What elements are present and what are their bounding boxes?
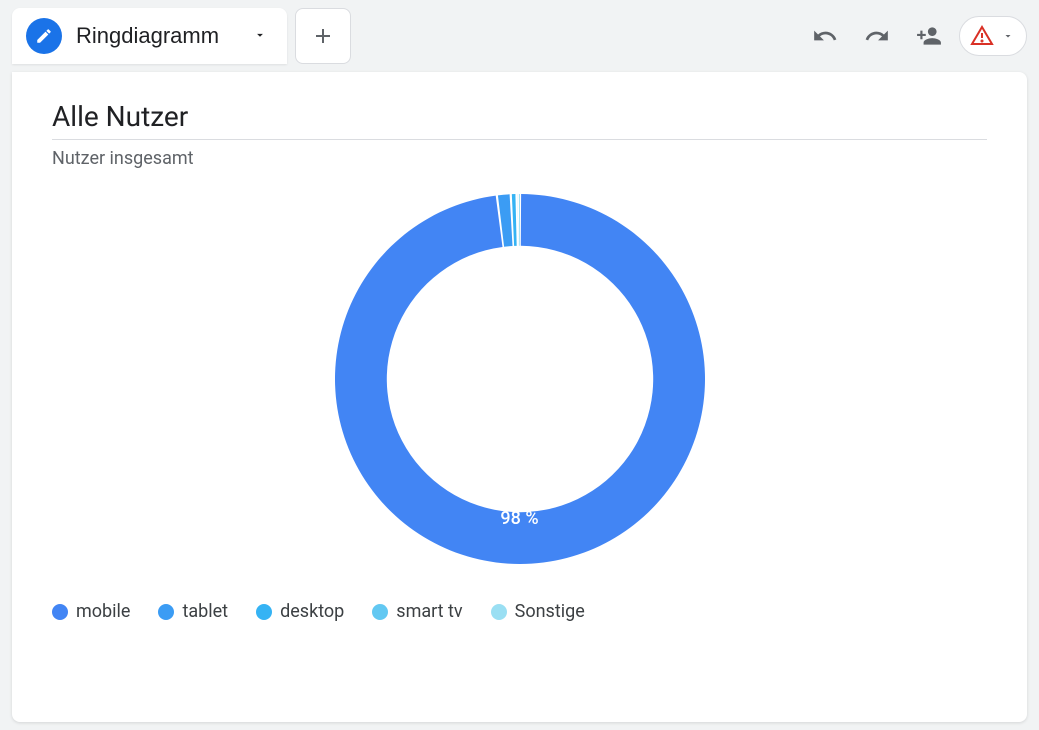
card-subtitle: Nutzer insgesamt xyxy=(52,148,987,169)
legend-label: Sonstige xyxy=(515,601,585,622)
tab-label: Ringdiagramm xyxy=(76,23,219,49)
toolbar: Ringdiagramm xyxy=(0,0,1039,72)
legend-item[interactable]: Sonstige xyxy=(491,601,585,622)
legend: mobile tablet desktop smart tv Sonstige xyxy=(52,601,987,622)
share-button[interactable] xyxy=(907,14,951,58)
donut-chart[interactable]: 98 % xyxy=(330,189,710,569)
legend-label: mobile xyxy=(76,601,130,622)
redo-button[interactable] xyxy=(855,14,899,58)
alert-icon xyxy=(970,24,994,48)
chevron-down-icon xyxy=(1002,30,1014,42)
plus-icon xyxy=(311,24,335,48)
legend-dot xyxy=(372,604,388,620)
alert-dropdown[interactable] xyxy=(959,16,1027,56)
chart-type-tab[interactable]: Ringdiagramm xyxy=(12,8,287,64)
chart-container: 98 % xyxy=(52,169,987,589)
donut-primary-label: 98 % xyxy=(500,508,538,529)
add-tab-button[interactable] xyxy=(295,8,351,64)
redo-icon xyxy=(864,23,890,49)
edit-icon xyxy=(26,18,62,54)
donut-slice[interactable] xyxy=(517,194,518,246)
legend-item[interactable]: desktop xyxy=(256,601,344,622)
donut-slice[interactable] xyxy=(511,194,516,246)
legend-label: desktop xyxy=(280,601,344,622)
donut-slice[interactable] xyxy=(518,194,519,246)
chevron-down-icon xyxy=(253,28,267,45)
legend-item[interactable]: tablet xyxy=(158,601,228,622)
legend-label: tablet xyxy=(182,601,228,622)
person-add-icon xyxy=(916,23,942,49)
legend-dot xyxy=(52,604,68,620)
legend-dot xyxy=(491,604,507,620)
legend-label: smart tv xyxy=(396,601,462,622)
legend-item[interactable]: mobile xyxy=(52,601,130,622)
legend-dot xyxy=(158,604,174,620)
legend-dot xyxy=(256,604,272,620)
card-title: Alle Nutzer xyxy=(52,100,987,140)
chart-card: Alle Nutzer Nutzer insgesamt 98 % mobile… xyxy=(12,72,1027,722)
undo-icon xyxy=(812,23,838,49)
legend-item[interactable]: smart tv xyxy=(372,601,462,622)
undo-button[interactable] xyxy=(803,14,847,58)
